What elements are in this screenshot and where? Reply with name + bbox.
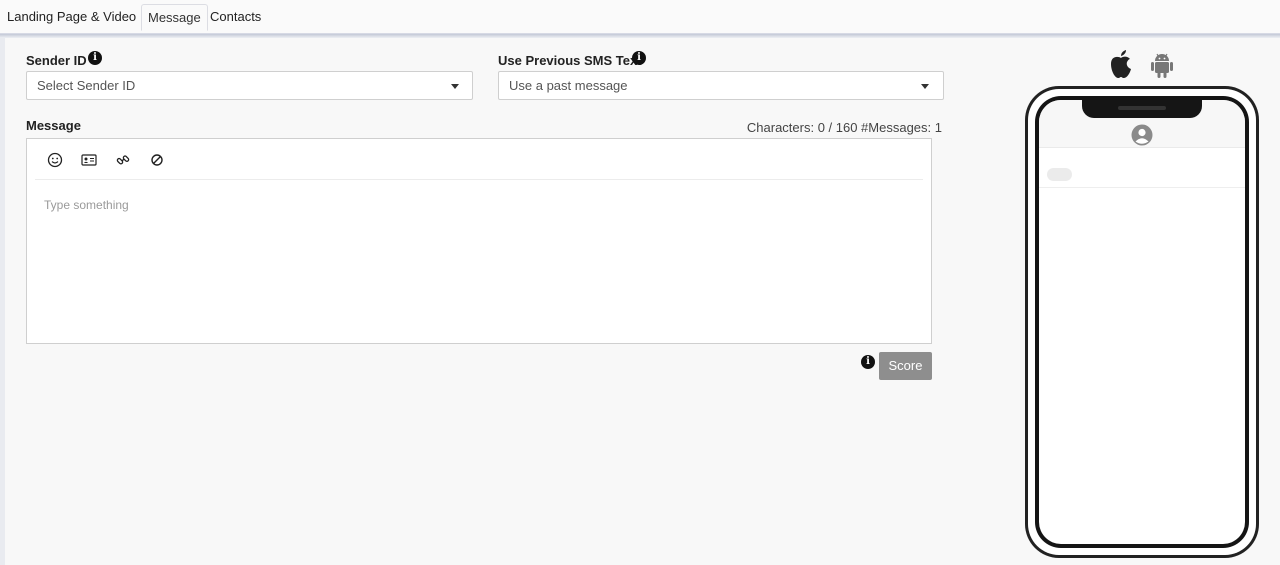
tab-landing-page-video[interactable]: Landing Page & Video — [1, 4, 142, 31]
message-label: Message — [26, 118, 81, 133]
previous-sms-info-icon[interactable]: i — [632, 51, 646, 65]
phone-frame — [1035, 96, 1249, 548]
toolbar-divider — [35, 179, 923, 180]
contact-card-icon[interactable] — [79, 150, 99, 170]
emoji-icon[interactable] — [45, 150, 65, 170]
message-bubble — [1047, 168, 1072, 181]
phone-notch — [1082, 100, 1202, 118]
score-button[interactable]: Score — [879, 352, 932, 380]
tab-divider — [0, 34, 1280, 38]
tab-contacts[interactable]: Contacts — [204, 4, 267, 31]
speaker — [1118, 106, 1166, 110]
sender-id-info-icon[interactable]: i — [88, 51, 102, 65]
previous-sms-label: Use Previous SMS Text — [498, 53, 642, 68]
phone-preview — [1025, 86, 1259, 558]
previous-sms-placeholder: Use a past message — [509, 78, 628, 93]
message-editor[interactable]: Type something — [26, 138, 932, 344]
character-counter: Characters: 0 / 160 #Messages: 1 — [746, 120, 942, 135]
opt-out-icon[interactable] — [147, 150, 167, 170]
left-edge — [0, 38, 5, 565]
sender-id-placeholder: Select Sender ID — [37, 78, 136, 93]
chevron-down-icon — [921, 84, 929, 89]
sender-id-select[interactable]: Select Sender ID — [26, 71, 473, 100]
message-preview-row — [1039, 148, 1245, 188]
chevron-down-icon — [451, 84, 459, 89]
phone-bezel — [1028, 89, 1256, 555]
score-info-icon[interactable]: i — [861, 355, 875, 369]
tab-message[interactable]: Message — [141, 4, 208, 31]
apple-icon[interactable] — [1107, 48, 1135, 80]
phone-screen — [1039, 100, 1245, 544]
android-icon[interactable] — [1148, 48, 1176, 80]
sender-id-label: Sender ID — [26, 53, 87, 68]
link-icon[interactable] — [113, 150, 133, 170]
tab-bar: Landing Page & Video Message Contacts — [0, 0, 1280, 34]
message-input-placeholder: Type something — [44, 198, 129, 212]
previous-sms-select[interactable]: Use a past message — [498, 71, 944, 100]
avatar-icon — [1131, 124, 1153, 146]
